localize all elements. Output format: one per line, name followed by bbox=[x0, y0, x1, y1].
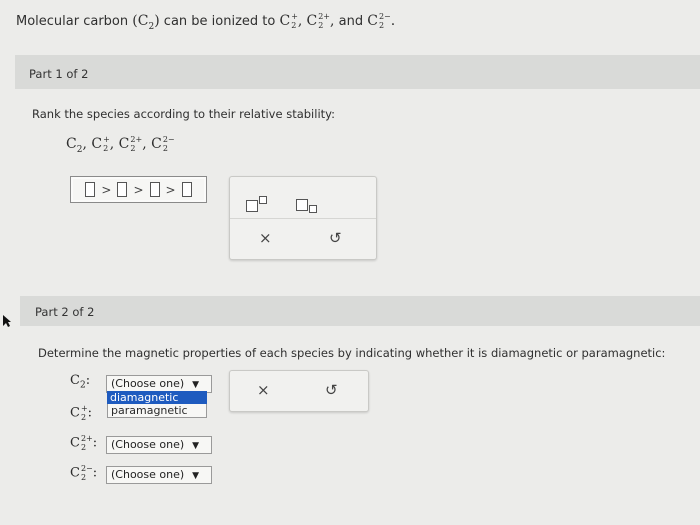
c2plus-formula: C +2, bbox=[279, 12, 303, 30]
c2plus2-magnetic-select[interactable]: (Choose one) ▼ bbox=[106, 436, 212, 454]
toolbox-divider bbox=[230, 218, 376, 219]
mouse-cursor-icon bbox=[3, 315, 11, 327]
rank-prompt: Rank the species according to their rela… bbox=[32, 107, 335, 121]
clear-icon[interactable]: × bbox=[257, 381, 270, 399]
undo-icon[interactable]: ↺ bbox=[329, 229, 342, 247]
c2plus2-formula: C 2+ 2, bbox=[306, 12, 335, 30]
c2-formula: (C2) bbox=[132, 13, 160, 32]
row-c2minus2-label: C 2− 2: bbox=[70, 464, 98, 482]
clear-icon[interactable]: × bbox=[259, 229, 272, 247]
c2minus2-formula: C 2− 2. bbox=[367, 12, 396, 30]
row-c2plus2-label: C 2+ 2: bbox=[70, 434, 98, 452]
rank-slot-3[interactable] bbox=[149, 182, 160, 197]
question-text: Molecular carbon (C2) can be ionized to … bbox=[16, 12, 396, 32]
subscript-tool-icon[interactable] bbox=[296, 196, 317, 215]
greater-than-sign: > bbox=[165, 182, 176, 197]
part2-header: Part 2 of 2 bbox=[20, 296, 700, 326]
superscript-tool-icon[interactable] bbox=[246, 196, 267, 216]
chevron-down-icon: ▼ bbox=[192, 441, 200, 451]
row-c2plus-label: C +2: bbox=[70, 404, 93, 422]
species-list: C2, C +2, C 2+ 2, C 2− 2 bbox=[66, 135, 175, 155]
c2minus2-magnetic-select[interactable]: (Choose one) ▼ bbox=[106, 466, 212, 484]
greater-than-sign: > bbox=[101, 182, 112, 197]
undo-icon[interactable]: ↺ bbox=[325, 381, 338, 399]
row-c2-label: C2: bbox=[70, 373, 91, 391]
ranking-answer-box[interactable]: > > > bbox=[70, 176, 207, 203]
part2-toolbox: × ↺ bbox=[229, 370, 369, 412]
rank-slot-2[interactable] bbox=[117, 182, 128, 197]
magnetic-prompt: Determine the magnetic properties of eac… bbox=[38, 346, 666, 360]
rank-slot-1[interactable] bbox=[85, 182, 96, 197]
chevron-down-icon: ▼ bbox=[192, 380, 200, 390]
rank-slot-4[interactable] bbox=[181, 182, 192, 197]
option-paramagnetic[interactable]: paramagnetic bbox=[107, 404, 207, 418]
part1-header: Part 1 of 2 bbox=[15, 55, 700, 89]
option-diamagnetic[interactable]: diamagnetic bbox=[107, 391, 207, 404]
chevron-down-icon: ▼ bbox=[192, 471, 200, 481]
magnetic-dropdown-list[interactable]: diamagnetic paramagnetic bbox=[107, 391, 207, 418]
greater-than-sign: > bbox=[133, 182, 144, 197]
math-toolbox: × ↺ bbox=[229, 176, 377, 260]
